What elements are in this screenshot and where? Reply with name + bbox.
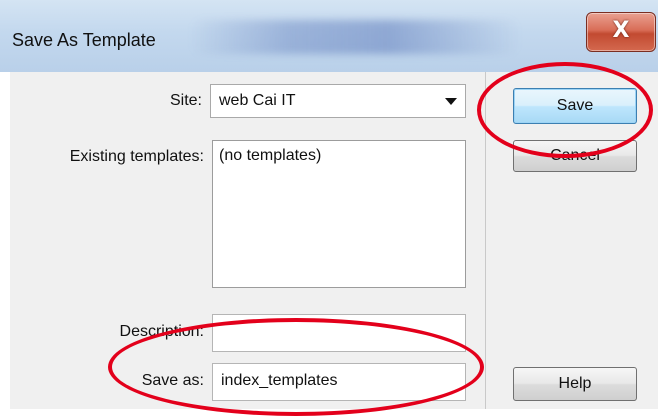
chevron-down-icon[interactable] bbox=[445, 98, 457, 105]
save-as-field[interactable]: index_templates bbox=[212, 363, 466, 401]
title-bar: Save As Template X bbox=[0, 0, 658, 73]
site-dropdown[interactable]: web Cai IT bbox=[210, 84, 466, 118]
existing-templates-label: Existing templates: bbox=[69, 148, 204, 165]
column-divider bbox=[485, 72, 486, 409]
save-as-field-value: index_templates bbox=[221, 372, 338, 389]
close-icon: X bbox=[612, 18, 630, 43]
site-dropdown-value: web Cai IT bbox=[219, 92, 296, 109]
window-edge bbox=[0, 72, 10, 409]
cancel-button[interactable]: Cancel bbox=[513, 140, 637, 172]
save-button[interactable]: Save bbox=[513, 88, 637, 124]
help-button[interactable]: Help bbox=[513, 367, 637, 401]
dialog-title: Save As Template bbox=[12, 30, 156, 50]
cancel-button-label: Cancel bbox=[550, 147, 600, 164]
list-item[interactable]: (no templates) bbox=[219, 147, 321, 165]
description-field[interactable] bbox=[212, 314, 466, 352]
save-button-label: Save bbox=[556, 97, 594, 114]
help-button-label: Help bbox=[558, 375, 592, 392]
description-label: Description: bbox=[119, 323, 204, 340]
save-as-label: Save as: bbox=[141, 372, 204, 389]
close-button[interactable]: X bbox=[586, 12, 656, 52]
title-bar-background-blur bbox=[190, 20, 520, 54]
site-label: Site: bbox=[169, 92, 202, 109]
existing-templates-list[interactable]: (no templates) bbox=[212, 140, 466, 288]
